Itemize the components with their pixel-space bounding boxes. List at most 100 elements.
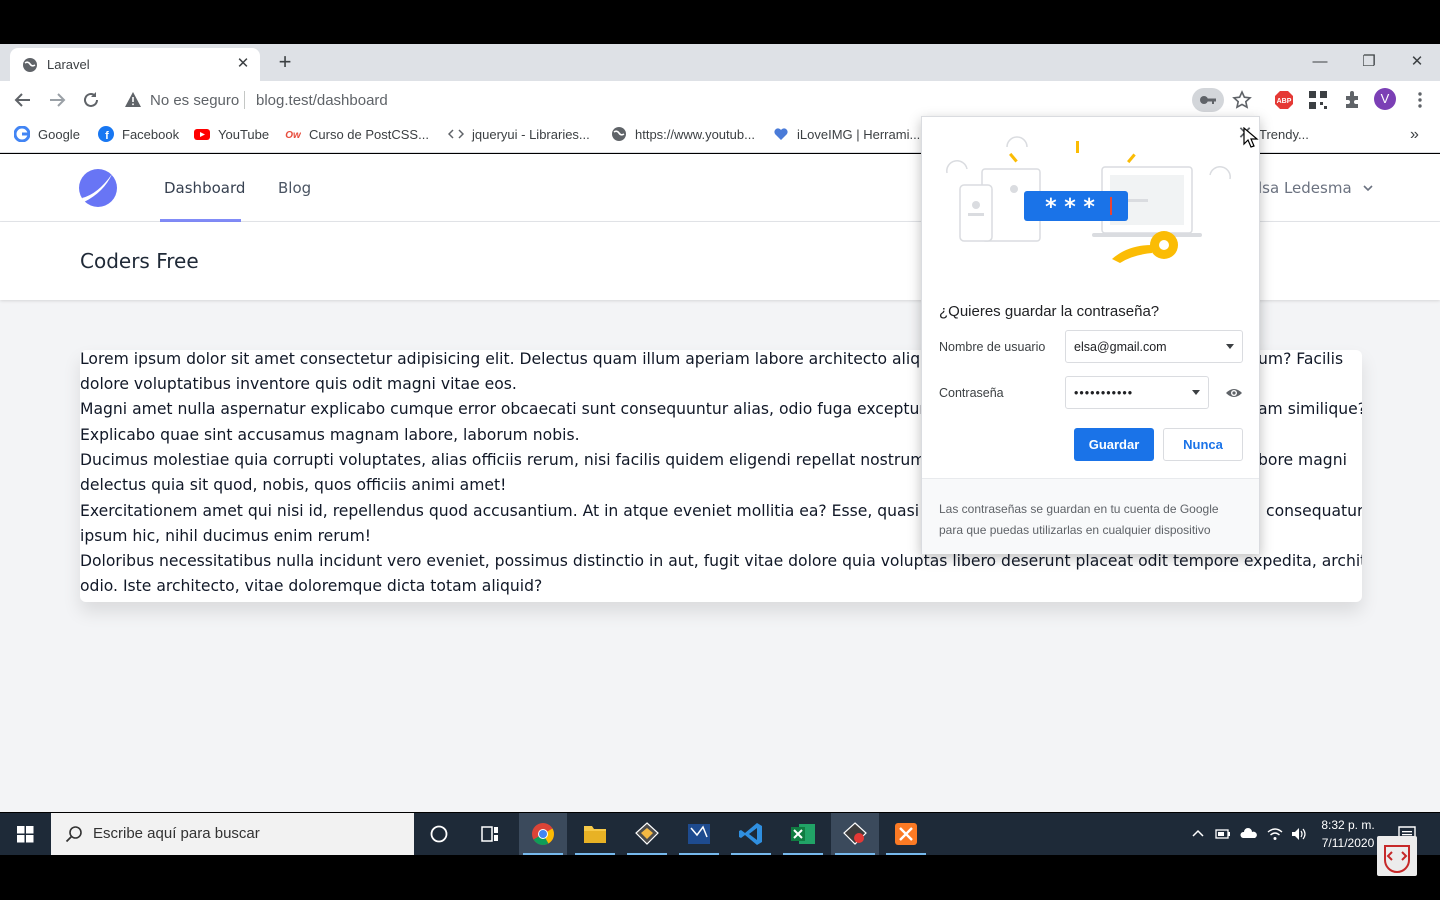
active-indicator <box>731 853 771 855</box>
user-menu[interactable]: lsa Ledesma <box>1258 179 1374 197</box>
browser-tab[interactable]: Laravel ✕ <box>10 48 260 81</box>
omnibox-divider <box>244 91 245 109</box>
never-button[interactable]: Nunca <box>1163 428 1243 461</box>
heart-icon <box>774 128 788 140</box>
youtube-icon <box>194 129 210 140</box>
chevron-down-icon <box>1363 185 1373 192</box>
system-clock[interactable]: 8:32 p. m. 7/11/2020 <box>1316 816 1380 852</box>
nav-dashboard-link[interactable]: Dashboard <box>164 179 245 197</box>
reload-button[interactable] <box>80 89 102 111</box>
password-key-chip[interactable] <box>1192 88 1224 112</box>
restore-button[interactable]: ❐ <box>1354 50 1384 74</box>
qr-code-icon[interactable] <box>1308 90 1328 110</box>
tab-close-icon[interactable]: ✕ <box>234 55 252 73</box>
active-indicator <box>886 853 926 855</box>
start-button[interactable] <box>0 813 51 855</box>
eye-icon[interactable] <box>1225 385 1243 401</box>
bookmarks-more-button[interactable]: » <box>1410 125 1419 145</box>
url-text[interactable]: blog.test/dashboard <box>256 92 388 109</box>
bookmark-iloveimg[interactable]: iLoveIMG | Herrami... <box>773 125 920 145</box>
arrow-left-icon <box>14 93 30 107</box>
page-title: Coders Free <box>80 249 199 273</box>
new-tab-button[interactable]: + <box>274 51 296 74</box>
footer-text: Las contraseñas se guardan en tu cuenta … <box>939 502 1219 537</box>
paragraph-line: odio. Iste architecto, vitae doloremque … <box>80 577 543 595</box>
profile-avatar[interactable]: V <box>1374 88 1396 110</box>
globe-icon <box>612 127 626 141</box>
taskbar-search[interactable]: Escribe aquí para buscar <box>51 813 414 855</box>
screen: Laravel ✕ + — ❐ ✕ No es seguro blog.test… <box>0 0 1440 900</box>
bookmark-facebook[interactable]: f Facebook <box>98 125 179 145</box>
volume-icon[interactable] <box>1290 825 1308 843</box>
taskbar-app-shell[interactable] <box>675 813 723 855</box>
star-icon[interactable] <box>1232 90 1252 110</box>
onedrive-icon[interactable] <box>1240 825 1258 843</box>
bookmark-google[interactable]: Google <box>14 125 80 145</box>
taskbar-excel[interactable] <box>779 813 827 855</box>
vscode-icon <box>739 823 762 845</box>
forward-button[interactable] <box>46 89 68 111</box>
taskbar-xampp[interactable] <box>882 813 930 855</box>
ow-icon: Ow <box>285 130 301 141</box>
taskbar-chrome[interactable] <box>519 813 567 855</box>
back-button[interactable] <box>12 89 34 111</box>
taskbar-app-capture[interactable] <box>831 813 879 855</box>
app-logo[interactable] <box>78 168 118 208</box>
save-password-button[interactable]: Guardar <box>1074 428 1154 461</box>
illustration-text: * * * <box>1045 195 1095 220</box>
security-label[interactable]: No es seguro <box>150 92 239 109</box>
wifi-icon[interactable] <box>1266 825 1284 843</box>
save-password-dialog: ✕ * * * ¿Quieres guardar la contr <box>921 116 1260 554</box>
taskbar-file-explorer[interactable] <box>571 813 619 855</box>
terminal-icon <box>688 824 710 844</box>
windows-taskbar: Escribe aquí para buscar 8:32 p. m. 7/11… <box>0 813 1440 855</box>
bookmark-jqueryui[interactable]: jqueryui - Libraries... <box>448 125 590 145</box>
folder-icon <box>584 826 606 843</box>
nav-blog-link[interactable]: Blog <box>278 179 311 197</box>
search-placeholder: Escribe aquí para buscar <box>93 825 260 842</box>
menu-dots-icon[interactable] <box>1410 90 1430 110</box>
active-indicator <box>679 853 719 855</box>
task-view-button[interactable] <box>466 813 514 855</box>
xampp-icon <box>895 823 917 845</box>
username-select[interactable]: elsa@gmail.com <box>1065 330 1243 363</box>
battery-icon[interactable] <box>1214 825 1232 843</box>
clock-date: 7/11/2020 <box>1321 836 1375 850</box>
username-label: Nombre de usuario <box>939 340 1046 354</box>
mouse-cursor <box>1243 127 1259 148</box>
password-label: Contraseña <box>939 386 1004 400</box>
minimize-button[interactable]: — <box>1305 50 1335 74</box>
password-illustration: * * * <box>946 136 1231 263</box>
bookmark-youtube-url[interactable]: https://www.youtub... <box>611 125 755 145</box>
taskbar-vscode[interactable] <box>727 813 775 855</box>
google-icon <box>14 126 30 142</box>
warning-icon <box>125 92 141 107</box>
close-window-button[interactable]: ✕ <box>1402 50 1432 74</box>
search-icon <box>65 826 82 843</box>
svg-text:f: f <box>105 130 109 142</box>
address-bar[interactable]: No es seguro blog.test/dashboard <box>116 84 1252 116</box>
taskbar-app-sublime[interactable] <box>623 813 671 855</box>
globe-icon <box>23 58 37 72</box>
active-indicator <box>783 853 823 855</box>
cortana-button[interactable] <box>415 813 463 855</box>
bookmark-trendy[interactable]: Trendy... <box>1259 125 1309 145</box>
cortana-icon <box>430 825 448 843</box>
svg-text:Ow: Ow <box>285 130 301 141</box>
arrow-right-icon <box>50 93 66 107</box>
bookmark-youtube[interactable]: YouTube <box>194 125 269 145</box>
windows-icon <box>17 826 34 843</box>
chevron-up-icon[interactable] <box>1189 825 1207 843</box>
password-select[interactable]: ••••••••••• <box>1065 376 1209 409</box>
code-icon <box>448 129 464 139</box>
dialog-question: ¿Quieres guardar la contraseña? <box>939 303 1160 320</box>
extensions-icon[interactable] <box>1342 90 1362 110</box>
tab-title: Laravel <box>47 57 90 72</box>
dropdown-arrow-icon <box>1226 344 1234 349</box>
adblock-icon[interactable]: ABP <box>1274 90 1294 110</box>
clock-time: 8:32 p. m. <box>1321 818 1375 832</box>
active-indicator <box>575 853 615 855</box>
active-indicator <box>835 853 875 855</box>
app-icon <box>635 822 659 845</box>
bookmark-postcss[interactable]: Ow Curso de PostCSS... <box>285 125 429 145</box>
